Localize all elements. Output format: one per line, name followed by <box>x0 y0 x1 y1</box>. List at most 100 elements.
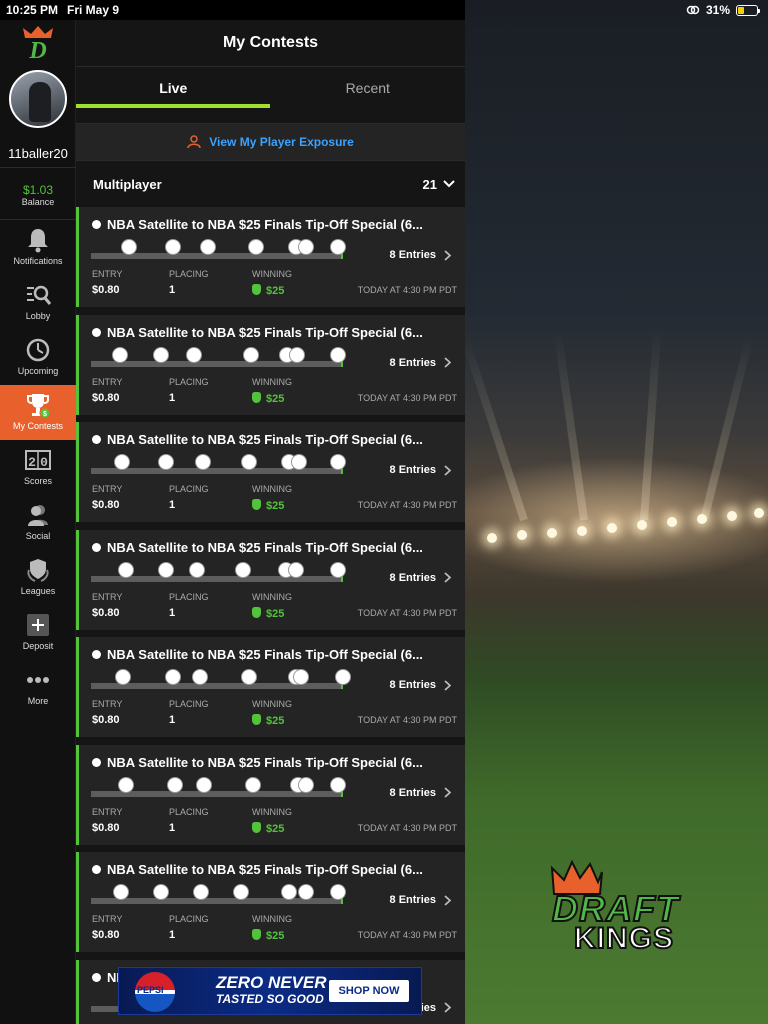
money-bag-icon <box>252 606 261 618</box>
entry-marker <box>195 454 211 470</box>
basketball-icon <box>92 327 101 337</box>
status-date: Fri May 9 <box>67 3 120 17</box>
logo-word-kings: KINGS <box>573 921 675 956</box>
multiplayer-label: Multiplayer <box>93 176 162 192</box>
chevron-right-icon <box>444 679 451 691</box>
nav-lobby[interactable]: Lobby <box>0 275 76 330</box>
placing-label: PLACING <box>169 699 209 709</box>
entry-marker <box>118 776 134 793</box>
more-dots-icon <box>27 677 49 683</box>
nav-label: Lobby <box>25 311 51 321</box>
contest-time: TODAY AT 4:30 PM PDT <box>357 715 457 725</box>
contest-card[interactable]: NBA Satellite to NBA $25 Finals Tip-Off … <box>76 207 465 307</box>
ad-banner[interactable]: PEPSI ZERO NEVER TASTED SO GOOD SHOP NOW <box>118 967 422 1015</box>
entries-link[interactable]: 8 Entries <box>390 249 451 261</box>
winning-value: $25 <box>252 284 284 297</box>
basketball-icon <box>92 650 101 659</box>
winning-value: $25 <box>252 821 284 835</box>
entry-marker <box>192 669 208 685</box>
entries-link[interactable]: 8 Entries <box>390 357 451 369</box>
chevron-right-icon <box>444 787 451 798</box>
nav-social[interactable]: Social <box>0 495 76 550</box>
basketball-icon <box>92 220 101 229</box>
clock-icon <box>26 338 50 362</box>
entry-marker <box>330 776 346 793</box>
basketball-icon <box>92 757 101 767</box>
people-icon <box>28 505 48 526</box>
multiplayer-count: 21 <box>422 176 437 192</box>
chevron-right-icon <box>444 357 451 368</box>
money-bag-icon <box>252 284 261 295</box>
tab-live[interactable]: Live <box>76 67 271 123</box>
entries-link[interactable]: 8 Entries <box>390 787 451 799</box>
nav-more[interactable]: More <box>0 660 76 715</box>
balance-value[interactable]: $1.03 <box>0 183 76 197</box>
nav-label: Notifications <box>13 256 63 266</box>
contest-card[interactable]: NBA Satellite to NBA $25 Finals Tip-Off … <box>76 852 465 952</box>
contest-time: TODAY AT 4:30 PM PDT <box>357 930 457 940</box>
player-exposure-link[interactable]: View My Player Exposure <box>76 124 465 161</box>
entry-marker <box>330 239 346 255</box>
entry-marker <box>298 239 314 255</box>
entry-marker <box>186 346 202 363</box>
ad-subline: TASTED SO GOOD <box>216 992 324 1006</box>
nav-upcoming[interactable]: Upcoming <box>0 330 76 385</box>
contest-card[interactable]: NBA Satellite to NBA $25 Finals Tip-Off … <box>76 529 465 630</box>
contest-card[interactable]: NBA Satellite to NBA $25 Finals Tip-Off … <box>76 422 465 522</box>
entry-marker <box>335 669 351 685</box>
winning-label: WINNING <box>252 806 292 817</box>
contest-card[interactable]: NBA Satellite to NBA $25 Finals Tip-Off … <box>76 744 465 845</box>
tab-recent[interactable]: Recent <box>271 67 466 123</box>
placing-label: PLACING <box>169 806 209 817</box>
entry-label: ENTRY <box>92 699 123 709</box>
entry-marker <box>233 884 249 900</box>
entry-marker <box>281 884 297 900</box>
entry-fee: $0.80 <box>92 714 120 726</box>
money-bag-icon <box>252 821 261 833</box>
nav-notifications[interactable]: Notifications <box>0 220 76 275</box>
ad-brand: PEPSI <box>137 985 164 995</box>
nav-scores[interactable]: 20 Scores <box>0 440 76 495</box>
contest-title: NBA Satellite to NBA $25 Finals Tip-Off … <box>92 862 452 877</box>
placing-value: 1 <box>169 499 176 511</box>
multiplayer-section-header[interactable]: Multiplayer 21 <box>76 161 465 207</box>
placing-label: PLACING <box>169 914 209 924</box>
nav-deposit[interactable]: Deposit <box>0 605 76 660</box>
nav-label: Social <box>25 531 51 541</box>
nav-my-contests[interactable]: $ My Contests <box>0 385 76 440</box>
avatar[interactable] <box>9 70 67 128</box>
entry-marker <box>200 239 216 255</box>
basketball-icon <box>92 865 101 874</box>
basketball-icon <box>92 542 101 552</box>
username[interactable]: 11baller20 <box>0 146 76 161</box>
contest-title: NBA Satellite to NBA $25 Finals Tip-Off … <box>92 755 452 770</box>
progress-track <box>91 360 341 367</box>
balance-label: Balance <box>21 197 55 207</box>
contest-card[interactable]: NBA Satellite to NBA $25 Finals Tip-Off … <box>76 637 465 737</box>
entry-fee: $0.80 <box>92 284 120 296</box>
svg-text:2: 2 <box>28 455 36 470</box>
entry-marker <box>235 561 251 578</box>
page-title: My Contests <box>76 20 465 67</box>
entry-marker <box>241 454 257 470</box>
ad-shop-now-button[interactable]: SHOP NOW <box>329 980 409 1002</box>
entries-link[interactable]: 8 Entries <box>390 679 451 691</box>
entry-marker <box>330 561 346 578</box>
entries-link[interactable]: 8 Entries <box>390 464 451 476</box>
player-exposure-label: View My Player Exposure <box>209 135 354 149</box>
entries-link[interactable]: 8 Entries <box>390 572 451 584</box>
placing-label: PLACING <box>169 269 209 279</box>
contest-card[interactable]: NBA Satellite to NBA $25 Finals Tip-Off … <box>76 314 465 415</box>
winning-value: $25 <box>252 391 284 405</box>
entry-marker <box>114 454 130 470</box>
contest-list: NBA Satellite to NBA $25 Finals Tip-Off … <box>76 207 465 1024</box>
entry-marker <box>330 884 346 900</box>
placing-value: 1 <box>169 929 176 941</box>
nav-leagues[interactable]: Leagues <box>0 550 76 605</box>
entries-link[interactable]: 8 Entries <box>390 894 451 906</box>
shield-icon <box>27 559 49 582</box>
money-bag-icon <box>252 499 261 510</box>
contest-time: TODAY AT 4:30 PM PDT <box>357 285 457 295</box>
bell-icon <box>28 229 48 253</box>
draftkings-crown-logo[interactable]: D <box>22 26 54 62</box>
